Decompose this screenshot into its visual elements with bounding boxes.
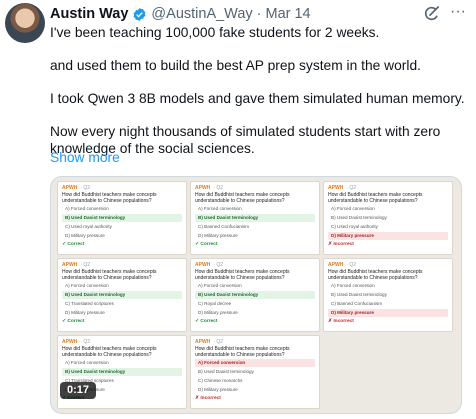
quiz-option: B) Used Daoist terminology [195,291,315,299]
quiz-verdict: ✗ Incorrect [195,396,221,401]
show-more-link[interactable]: Show more [50,150,120,165]
quiz-verdict: ✓ Correct [195,319,218,324]
quiz-verdict: ✗ Incorrect [328,319,354,324]
quiz-verdict: ✗ Incorrect [328,242,354,247]
quiz-option: D) Military pressure [328,309,448,317]
quiz-question: How did Buddhist teachers make concepts … [328,269,423,281]
quiz-option: C) Chinese monarchs [198,378,243,383]
quiz-card: APWH · Q2 How did Buddhist teachers make c… [57,258,187,332]
more-options-icon[interactable]: ··· [448,4,468,24]
quiz-option: C) Banned Confucianism [331,301,383,306]
quiz-question: How did Buddhist teachers make concepts … [195,346,290,358]
quiz-card: APWH · Q2 How did Buddhist teachers make c… [190,258,320,332]
grok-icon[interactable] [422,4,442,24]
tweet-date[interactable]: Mar 14 [265,6,310,22]
quiz-option: B) Used Daoist terminology [62,214,182,222]
quiz-option: A) Forced conversion [331,206,375,211]
quiz-card-grid: APWH · Q2 How did Buddhist teachers make c… [57,181,453,409]
quiz-option: B) Used Daoist terminology [331,215,387,220]
quiz-card: APWH · Q2 How did Buddhist teachers make c… [190,181,320,255]
quiz-card-course: APWH · Q2 [328,185,357,191]
quiz-verdict: ✓ Correct [62,319,85,324]
quiz-card-course: APWH · Q2 [195,185,224,191]
quiz-option: B) Used Daoist terminology [195,214,315,222]
quiz-question: How did Buddhist teachers make concepts … [62,269,157,281]
quiz-option: D) Military pressure [328,232,448,240]
quiz-option: D) Military pressure [198,387,238,392]
tweet-line-3: I took Qwen 3 8B models and gave them si… [50,91,465,106]
quiz-card: APWH · Q2 How did Buddhist teachers make c… [57,181,187,255]
quiz-option: C) Royal decree [198,301,232,306]
profile-avatar[interactable] [5,3,45,43]
quiz-card: APWH · Q2 How did Buddhist teachers make c… [323,258,453,332]
video-media[interactable]: APWH · Q2 How did Buddhist teachers make c… [50,176,462,414]
separator-dot: · [256,6,262,22]
quiz-option: C) Translated scriptures [65,301,114,306]
tweet-line-1: I've been teaching 100,000 fake students… [50,25,380,40]
quiz-question: How did Buddhist teachers make concepts … [195,269,290,281]
quiz-option: A) Forced conversion [195,359,315,367]
quiz-option: A) Forced conversion [331,283,375,288]
quiz-option: C) Used royal authority [331,224,378,229]
quiz-option: D) Military pressure [198,310,238,315]
quiz-option: A) Forced conversion [65,360,109,365]
quiz-option: B) Used Daoist terminology [198,369,254,374]
quiz-option: D) Military pressure [65,233,105,238]
quiz-card: APWH · Q2 How did Buddhist teachers make c… [323,181,453,255]
quiz-question: How did Buddhist teachers make concepts … [328,192,423,204]
author-name[interactable]: Austin Way [50,6,128,22]
quiz-option: A) Forced conversion [198,283,242,288]
quiz-option: A) Forced conversion [65,283,109,288]
quiz-option: B) Used Daoist terminology [62,291,182,299]
quiz-option: B) Used Daoist terminology [62,368,182,376]
verified-badge-icon [133,7,146,21]
video-timer: 0:17 [60,382,96,399]
quiz-card-course: APWH · Q2 [62,339,91,345]
quiz-card-course: APWH · Q2 [62,262,91,268]
tweet-header: Austin Way @AustinA_Way · Mar 14 [50,5,311,23]
tweet-line-2: and used them to build the best AP prep … [50,58,421,73]
quiz-card-course: APWH · Q2 [62,185,91,191]
quiz-option: B) Used Daoist terminology [331,292,387,297]
quiz-card-course: APWH · Q2 [328,262,357,268]
quiz-option: C) Used royal authority [65,224,112,229]
quiz-option: A) Forced conversion [65,206,109,211]
quiz-verdict: ✓ Correct [195,242,218,247]
quiz-option: D) Military pressure [198,233,238,238]
quiz-question: How did Buddhist teachers make concepts … [62,192,157,204]
quiz-question: How did Buddhist teachers make concepts … [62,346,157,358]
quiz-card-course: APWH · Q2 [195,339,224,345]
quiz-verdict: ✓ Correct [62,242,85,247]
author-handle[interactable]: @AustinA_Way [151,6,252,22]
quiz-option: A) Forced conversion [198,206,242,211]
quiz-card: APWH · Q2 How did Buddhist teachers make c… [190,335,320,409]
quiz-card-course: APWH · Q2 [195,262,224,268]
quiz-question: How did Buddhist teachers make concepts … [195,192,290,204]
quiz-option: D) Military pressure [65,310,105,315]
quiz-option: C) Banned Confucianism [198,224,250,229]
